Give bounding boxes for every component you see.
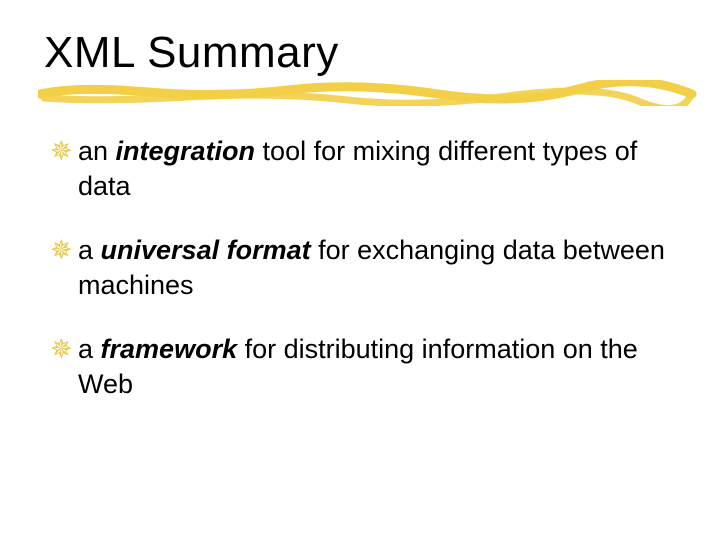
bullet-list: ✵ an integration tool for mixing differe…	[44, 134, 676, 401]
slide-title: XML Summary	[44, 28, 676, 78]
bullet-icon: ✵	[50, 233, 78, 268]
title-underline	[44, 84, 676, 108]
list-item: ✵ a framework for distributing informati…	[50, 332, 676, 401]
slide: XML Summary ✵ an integration tool for mi…	[0, 0, 720, 540]
list-item-text: a universal format for exchanging data b…	[78, 233, 676, 302]
text-em: integration	[116, 136, 256, 166]
list-item-text: an integration tool for mixing different…	[78, 134, 676, 203]
text-pre: a	[78, 334, 101, 364]
text-pre: an	[78, 136, 116, 166]
text-em: framework	[101, 334, 238, 364]
bullet-icon: ✵	[50, 134, 78, 169]
list-item: ✵ an integration tool for mixing differe…	[50, 134, 676, 203]
bullet-icon: ✵	[50, 332, 78, 367]
list-item: ✵ a universal format for exchanging data…	[50, 233, 676, 302]
text-em: universal format	[101, 235, 311, 265]
list-item-text: a framework for distributing information…	[78, 332, 676, 401]
text-pre: a	[78, 235, 101, 265]
